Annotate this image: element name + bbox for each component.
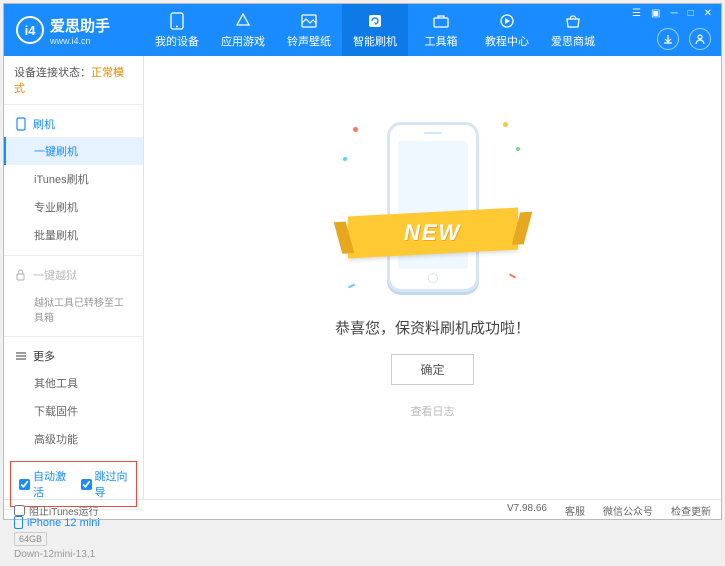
account-icon[interactable]: [689, 28, 711, 50]
lock-icon: [14, 269, 27, 281]
connection-status: 设备连接状态：正常模式: [4, 56, 143, 105]
jailbreak-note: 越狱工具已转移至工具箱: [4, 288, 143, 330]
app-header: i4 爱思助手 www.i4.cn 我的设备 应用游戏 铃声壁纸 智能刷机: [4, 4, 721, 56]
tab-toolbox[interactable]: 工具箱: [408, 4, 474, 56]
flash-icon: [366, 12, 384, 30]
download-icon[interactable]: [657, 28, 679, 50]
ok-button[interactable]: 确定: [391, 354, 473, 385]
app-logo: i4 爱思助手 www.i4.cn: [4, 15, 144, 46]
apps-icon: [234, 12, 252, 30]
success-message: 恭喜您，保资料刷机成功啦！: [335, 317, 530, 338]
tab-tutorials[interactable]: 教程中心: [474, 4, 540, 56]
tab-my-device[interactable]: 我的设备: [144, 4, 210, 56]
sidebar: 设备连接状态：正常模式 刷机 一键刷机 iTunes刷机 专业刷机 批量刷机 一…: [4, 56, 144, 499]
device-icon: [168, 12, 186, 30]
tab-ringtones[interactable]: 铃声壁纸: [276, 4, 342, 56]
tab-flash[interactable]: 智能刷机: [342, 4, 408, 56]
new-ribbon: NEW: [348, 207, 518, 258]
sidebar-section-more[interactable]: 更多: [4, 343, 143, 369]
sidebar-item-other-tools[interactable]: 其他工具: [4, 369, 143, 397]
sidebar-section-jailbreak: 一键越狱: [4, 262, 143, 288]
tab-store[interactable]: 爱思商城: [540, 4, 606, 56]
sidebar-item-batch-flash[interactable]: 批量刷机: [4, 221, 143, 249]
skin-icon[interactable]: ▣: [648, 8, 663, 19]
menu-icon[interactable]: ☰: [629, 8, 644, 19]
check-update-link[interactable]: 检查更新: [671, 503, 711, 518]
sidebar-item-itunes-flash[interactable]: iTunes刷机: [4, 165, 143, 193]
main-content: NEW 恭喜您，保资料刷机成功啦！ 确定 查看日志: [144, 56, 721, 499]
view-log-link[interactable]: 查看日志: [411, 403, 455, 419]
options-row: 自动激活 跳过向导: [10, 461, 137, 507]
wechat-link[interactable]: 微信公众号: [603, 503, 653, 518]
app-name: 爱思助手: [50, 15, 110, 36]
close-icon[interactable]: ✕: [701, 8, 715, 19]
phone-illustration: NEW: [368, 117, 498, 297]
toolbox-icon: [432, 12, 450, 30]
tutorial-icon: [498, 12, 516, 30]
sidebar-section-flash[interactable]: 刷机: [4, 111, 143, 137]
maximize-icon[interactable]: □: [685, 8, 697, 19]
phone-icon: [14, 117, 27, 131]
block-itunes-checkbox[interactable]: 阻止iTunes运行: [14, 503, 99, 518]
device-model: Down-12mini-13,1: [14, 549, 133, 560]
sidebar-item-oneclick-flash[interactable]: 一键刷机: [4, 137, 143, 165]
customer-service-link[interactable]: 客服: [565, 503, 585, 518]
sidebar-item-pro-flash[interactable]: 专业刷机: [4, 193, 143, 221]
sidebar-item-advanced[interactable]: 高级功能: [4, 425, 143, 453]
app-url: www.i4.cn: [50, 36, 110, 46]
skip-guide-checkbox[interactable]: 跳过向导: [81, 468, 129, 500]
minimize-icon[interactable]: ─: [667, 8, 680, 19]
storage-badge: 64GB: [14, 532, 47, 546]
sidebar-item-download-firmware[interactable]: 下载固件: [4, 397, 143, 425]
store-icon: [564, 12, 582, 30]
logo-icon: i4: [16, 16, 44, 44]
more-icon: [14, 351, 27, 361]
window-controls: ☰ ▣ ─ □ ✕: [629, 8, 715, 19]
auto-activate-checkbox[interactable]: 自动激活: [19, 468, 67, 500]
version-label: V7.98.66: [507, 503, 547, 518]
tab-apps[interactable]: 应用游戏: [210, 4, 276, 56]
wallpaper-icon: [300, 12, 318, 30]
